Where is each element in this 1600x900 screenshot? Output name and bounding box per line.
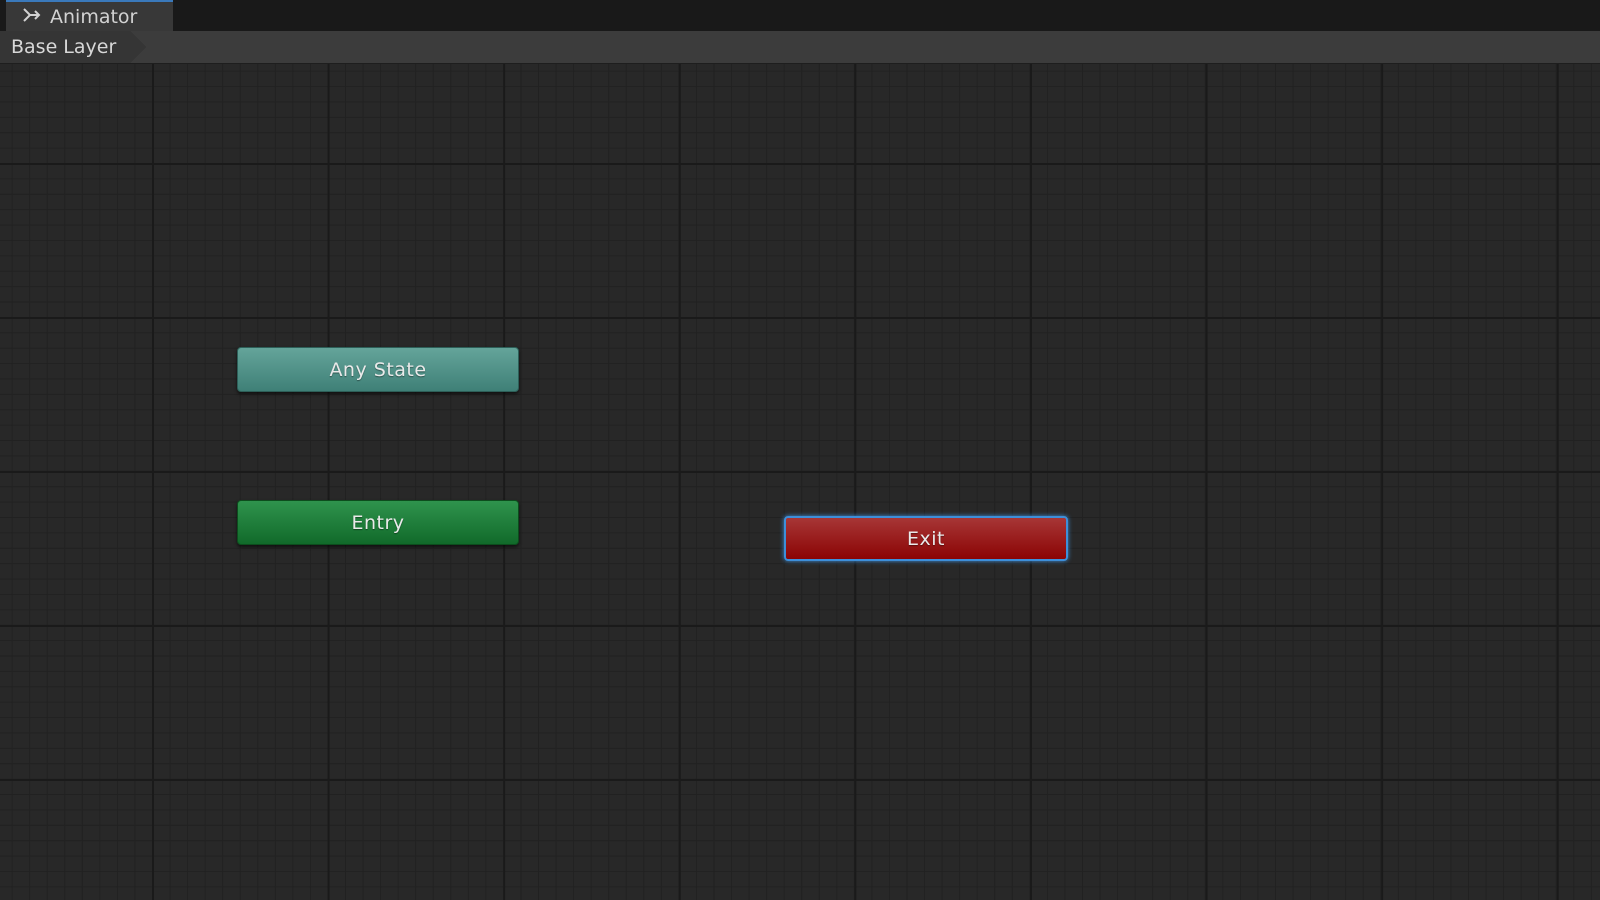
node-any-state[interactable]: Any State <box>237 347 519 392</box>
node-entry[interactable]: Entry <box>237 500 519 545</box>
tab-animator[interactable]: Animator <box>6 0 173 31</box>
state-machine-graph[interactable] <box>0 64 1600 900</box>
node-exit[interactable]: Exit <box>784 516 1068 561</box>
breadcrumb-item-base-layer[interactable]: Base Layer <box>0 31 146 63</box>
node-label: Entry <box>351 511 405 534</box>
tab-label: Animator <box>50 5 138 28</box>
node-label: Exit <box>907 527 945 550</box>
tab-bar: Animator <box>0 0 1600 31</box>
animator-icon <box>22 6 50 28</box>
breadcrumb-label: Base Layer <box>11 36 117 58</box>
node-label: Any State <box>329 358 427 381</box>
breadcrumb: Base Layer <box>0 31 1600 64</box>
